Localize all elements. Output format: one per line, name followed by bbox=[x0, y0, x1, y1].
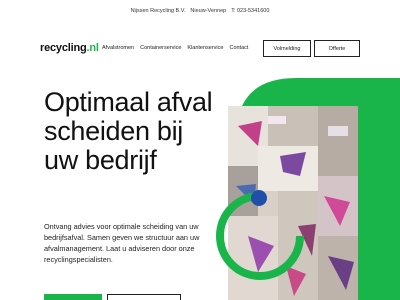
logo-suffix-text: .nl bbox=[86, 42, 99, 54]
ring-arc bbox=[216, 192, 304, 280]
report-button[interactable]: Volmelding bbox=[263, 40, 311, 57]
primary-cta-button[interactable] bbox=[44, 294, 102, 300]
nav-item-containerservice[interactable]: Containerservice bbox=[140, 45, 181, 51]
nav-item-klantenservice[interactable]: Klantenservice bbox=[187, 45, 223, 51]
secondary-cta-button[interactable] bbox=[107, 294, 181, 300]
company-name: Nijssen Recycling B.V. bbox=[130, 8, 186, 14]
nav-item-afvalstromen[interactable]: Afvalstromen bbox=[102, 45, 134, 51]
company-phone[interactable]: T: 023-5341600 bbox=[231, 8, 269, 14]
site-logo[interactable]: recycling.nl bbox=[40, 42, 99, 54]
nav-item-contact[interactable]: Contact bbox=[229, 45, 248, 51]
hero-description: Ontvang advies voor optimale scheiding v… bbox=[44, 222, 200, 264]
hero-title: Optimaal afval scheiden bij uw bedrijf bbox=[44, 87, 213, 175]
top-info-bar: Nijssen Recycling B.V. Nieuw-Vennep T: 0… bbox=[0, 0, 400, 22]
blue-dot-icon bbox=[251, 190, 267, 206]
logo-main-text: recycling bbox=[40, 42, 87, 54]
recycle-ring-icon bbox=[216, 190, 304, 280]
quote-button[interactable]: Offerte bbox=[314, 40, 360, 57]
company-city: Nieuw-Vennep bbox=[190, 8, 227, 14]
nav-menu: Afvalstromen Containerservice Klantenser… bbox=[102, 45, 248, 51]
